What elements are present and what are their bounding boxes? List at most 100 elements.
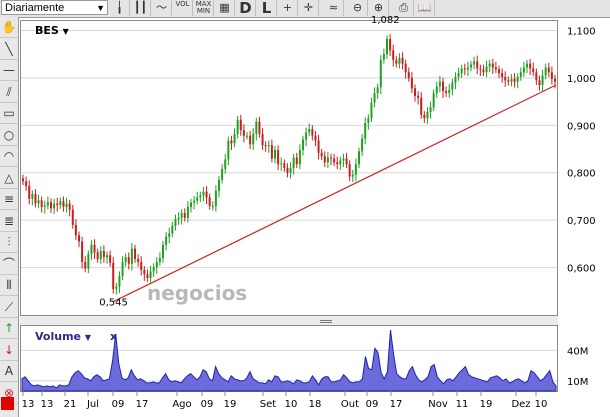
candle-body [392, 50, 395, 60]
candle-body [420, 97, 423, 115]
candle-body [398, 57, 401, 64]
candle-body [37, 200, 40, 204]
candle-body [426, 112, 429, 119]
close-volume-button[interactable]: x [110, 330, 117, 343]
candle-body [494, 67, 497, 70]
candle-body [236, 119, 239, 134]
x-tick-label: 09 [366, 399, 379, 410]
candle-body [255, 121, 258, 134]
y-tick-label: 0,900 [567, 121, 596, 132]
candle-body [264, 145, 267, 147]
chart-canvas: 0,600 0,700 0,800 0,900 1,000 1,100 negocios 0,… [21, 15, 596, 410]
volume-indicator-select[interactable]: Volume ▼ [35, 330, 91, 343]
candle-body [504, 76, 507, 81]
candle-body [470, 64, 472, 68]
candle-body [186, 206, 189, 218]
chevron-down-icon: ▼ [84, 333, 91, 342]
candle-body [336, 162, 339, 165]
candle-body [345, 158, 348, 165]
candle-body [326, 157, 329, 163]
chevron-down-icon: ▼ [62, 27, 69, 36]
candle-body [311, 129, 314, 136]
x-tick-label: 11 [456, 399, 469, 410]
x-tick-label: Jul [86, 399, 99, 410]
candle-body [118, 276, 121, 287]
candle-body [174, 219, 177, 226]
candle-body [457, 73, 460, 77]
y-tick-label: 1,000 [567, 74, 596, 85]
candle-body [227, 140, 230, 160]
y-tick-label: 0,700 [567, 216, 596, 227]
candle-body [423, 114, 426, 119]
candle-body [522, 67, 525, 73]
candle-body [516, 76, 519, 82]
candle-body [152, 267, 155, 272]
candle-body [498, 69, 500, 74]
candle-body [358, 151, 360, 165]
candle-body [298, 149, 301, 165]
candle-body [295, 157, 298, 165]
candle-body [121, 261, 124, 277]
candle-body [308, 129, 311, 133]
candle-body [28, 186, 31, 199]
volume-y-tick-label: 10M [567, 377, 588, 388]
candle-body [479, 68, 482, 70]
candle-body [68, 203, 71, 210]
candle-body [171, 225, 174, 234]
candle-body [348, 164, 351, 177]
candle-body [109, 255, 112, 263]
candle-body [134, 248, 136, 260]
candle-body [333, 158, 336, 163]
candle-body [367, 118, 370, 123]
candle-body [526, 63, 528, 68]
x-tick-label: 18 [309, 399, 322, 410]
candle-body [302, 139, 304, 150]
candle-body [190, 202, 192, 207]
candle-body [448, 89, 451, 94]
candle-body [283, 163, 286, 168]
candle-body [274, 149, 276, 159]
candle-body [476, 61, 479, 69]
candle-body [488, 63, 491, 67]
x-tick-label: 17 [136, 399, 149, 410]
candle-body [460, 68, 463, 74]
candle-body [258, 121, 261, 134]
candle-body [445, 91, 448, 94]
candle-body [463, 68, 466, 70]
candle-body [376, 87, 379, 94]
candle-body [395, 59, 398, 64]
candle-body [270, 145, 273, 159]
candle-body [541, 75, 544, 86]
candle-body [501, 73, 504, 77]
candle-body [230, 140, 233, 144]
candle-body [289, 168, 292, 173]
candle-body [158, 258, 161, 262]
candle-body [519, 72, 522, 77]
candle-body [205, 191, 208, 198]
candle-body [71, 209, 74, 225]
candle-body [40, 200, 43, 207]
candle-body [193, 200, 196, 203]
candle-body [93, 244, 96, 253]
candle-body [137, 259, 140, 262]
candle-body [246, 135, 248, 137]
candle-body [414, 88, 416, 96]
candle-body [214, 190, 217, 206]
candle-body [342, 158, 345, 161]
candle-body [354, 164, 357, 175]
x-tick-label: 09 [201, 399, 214, 410]
candle-body [320, 152, 323, 157]
ticker-label: BES [35, 24, 59, 37]
candle-body [81, 241, 84, 262]
candle-body [535, 72, 538, 81]
candle-body [547, 67, 550, 73]
candle-body [46, 202, 49, 206]
y-tick-label: 1,100 [567, 26, 596, 37]
x-tick-label: 17 [390, 399, 403, 410]
candle-body [554, 78, 556, 82]
color-swatch[interactable] [1, 397, 14, 410]
ticker-select[interactable]: BES ▼ [35, 24, 69, 37]
candle-body [183, 213, 186, 218]
candle-body [56, 203, 59, 205]
candle-body [162, 244, 164, 259]
